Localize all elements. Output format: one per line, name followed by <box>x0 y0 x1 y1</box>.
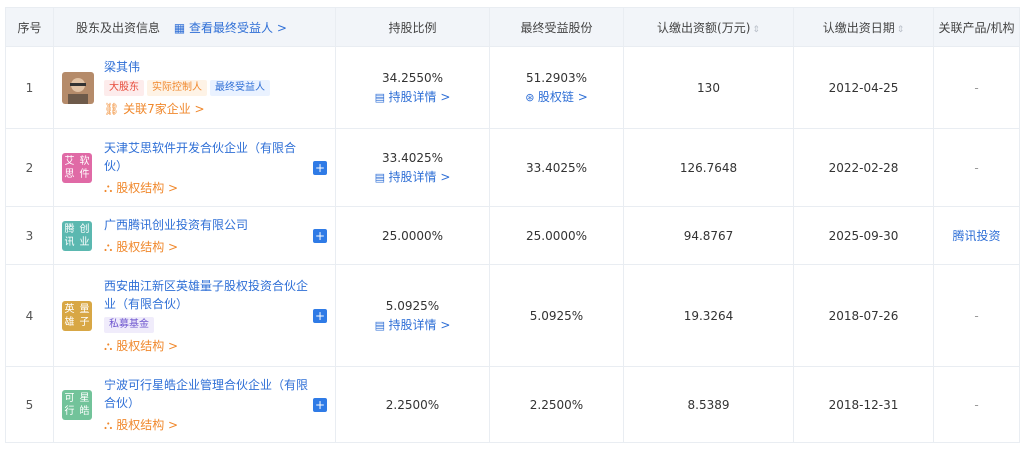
holding-detail-link[interactable]: ▤ 持股详情 > <box>336 88 489 105</box>
date-cell: 2025-09-30 <box>793 206 934 265</box>
shareholder-cell: 英雄 量子 西安曲江新区英雄量子股权投资合伙企业（有限合伙） 私募基金 ⛬ 股权结… <box>53 264 336 367</box>
shareholder-name[interactable]: 梁其伟 <box>104 58 327 76</box>
tag-private-fund: 私募基金 <box>104 317 154 333</box>
holding-detail-link[interactable]: ▤ 持股详情 > <box>336 316 489 333</box>
col-date[interactable]: 认缴出资日期 ⇕ <box>793 7 934 47</box>
document-icon: ▤ <box>374 318 389 332</box>
shareholder-name[interactable]: 天津艾思软件开发合伙企业（有限合伙） <box>104 139 309 175</box>
ratio-cell: 5.0925% ▤ 持股详情 > <box>335 264 490 367</box>
final-share-cell: 5.0925% <box>489 264 624 367</box>
table-header-row: 序号 股东及出资信息 ▦ 查看最终受益人 > 持股比例 最终受益股份 认缴出资额… <box>5 7 1020 47</box>
chain-icon: ⊛ <box>525 90 538 104</box>
shareholder-cell: 梁其伟 大股东 实际控制人 最终受益人 ⛓ 关联7家企业 > <box>53 46 336 129</box>
related-companies-link[interactable]: ⛓ 关联7家企业 > <box>104 100 327 117</box>
related-cell: - <box>933 366 1020 443</box>
amount-cell: 130 <box>623 46 794 129</box>
col-shareholder: 股东及出资信息 ▦ 查看最终受益人 > <box>53 7 336 47</box>
document-icon: ▤ <box>374 90 389 104</box>
ratio-cell: 2.2500% <box>335 366 490 443</box>
related-cell: - <box>933 128 1020 207</box>
sort-icon[interactable]: ⇕ <box>897 25 905 35</box>
company-logo: 腾讯 创业 <box>62 220 92 251</box>
row-index: 4 <box>5 264 54 367</box>
amount-cell: 19.3264 <box>623 264 794 367</box>
shareholder-name[interactable]: 宁波可行星皓企业管理合伙企业（有限合伙） <box>104 376 309 412</box>
expand-plus-icon[interactable]: + <box>313 228 327 243</box>
company-logo: 艾思 软件 <box>62 152 92 183</box>
table-row: 3 腾讯 创业 广西腾讯创业投资有限公司 ⛬ 股权结构 > + 25.0000% … <box>5 206 1020 265</box>
document-icon: ▤ <box>374 170 389 184</box>
shareholder-cell: 可行 星皓 宁波可行星皓企业管理合伙企业（有限合伙） ⛬ 股权结构 > + <box>53 366 336 443</box>
related-cell: - <box>933 264 1020 367</box>
shareholder-table: 序号 股东及出资信息 ▦ 查看最终受益人 > 持股比例 最终受益股份 认缴出资额… <box>5 7 1020 443</box>
sort-icon[interactable]: ⇕ <box>752 25 760 35</box>
equity-structure-link[interactable]: ⛬ 股权结构 > <box>104 238 309 255</box>
shareholder-cell: 艾思 软件 天津艾思软件开发合伙企业（有限合伙） ⛬ 股权结构 > + <box>53 128 336 207</box>
col-index: 序号 <box>5 7 54 47</box>
expand-plus-icon[interactable]: + <box>313 308 327 323</box>
shareholder-name[interactable]: 广西腾讯创业投资有限公司 <box>104 216 309 234</box>
structure-icon: ⛬ <box>104 240 117 254</box>
row-index: 3 <box>5 206 54 265</box>
equity-structure-link[interactable]: ⛬ 股权结构 > <box>104 337 309 354</box>
chart-icon: ▦ <box>173 20 189 35</box>
final-share-cell: 51.2903% ⊛ 股权链 > <box>489 46 624 129</box>
row-index: 5 <box>5 366 54 443</box>
structure-icon: ⛬ <box>104 339 117 353</box>
row-index: 2 <box>5 128 54 207</box>
ratio-cell: 25.0000% <box>335 206 490 265</box>
final-share-cell: 33.4025% <box>489 128 624 207</box>
date-cell: 2012-04-25 <box>793 46 934 129</box>
tag-major: 大股东 <box>104 80 144 96</box>
company-logo: 英雄 量子 <box>62 300 92 331</box>
related-cell: - <box>933 46 1020 129</box>
equity-structure-link[interactable]: ⛬ 股权结构 > <box>104 416 309 433</box>
related-product-link[interactable]: 腾讯投资 <box>933 206 1020 265</box>
table-row: 2 艾思 软件 天津艾思软件开发合伙企业（有限合伙） ⛬ 股权结构 > + 33.… <box>5 128 1020 207</box>
expand-plus-icon[interactable]: + <box>313 397 327 412</box>
link-icon: ⛓ <box>104 102 124 116</box>
col-final-share: 最终受益股份 <box>489 7 624 47</box>
structure-icon: ⛬ <box>104 418 117 432</box>
avatar[interactable] <box>62 71 94 104</box>
amount-cell: 8.5389 <box>623 366 794 443</box>
equity-structure-link[interactable]: ⛬ 股权结构 > <box>104 179 309 196</box>
final-share-cell: 25.0000% <box>489 206 624 265</box>
ratio-cell: 34.2550% ▤ 持股详情 > <box>335 46 490 129</box>
expand-plus-icon[interactable]: + <box>313 160 327 175</box>
row-index: 1 <box>5 46 54 129</box>
col-related: 关联产品/机构 <box>933 7 1020 47</box>
tag-beneficiary: 最终受益人 <box>210 80 270 96</box>
view-beneficiary-link[interactable]: ▦ 查看最终受益人 > <box>174 21 287 35</box>
holding-detail-link[interactable]: ▤ 持股详情 > <box>336 168 489 185</box>
table-row: 1 梁其伟 大股东 实际控制人 最终受益人 ⛓ 关联7家企业 > 34.2550… <box>5 46 1020 129</box>
structure-icon: ⛬ <box>104 181 117 195</box>
date-cell: 2022-02-28 <box>793 128 934 207</box>
shareholder-name[interactable]: 西安曲江新区英雄量子股权投资合伙企业（有限合伙） <box>104 277 309 313</box>
date-cell: 2018-07-26 <box>793 264 934 367</box>
amount-cell: 126.7648 <box>623 128 794 207</box>
tag-controller: 实际控制人 <box>147 80 207 96</box>
equity-chain-link[interactable]: ⊛ 股权链 > <box>490 88 623 105</box>
amount-cell: 94.8767 <box>623 206 794 265</box>
final-share-cell: 2.2500% <box>489 366 624 443</box>
col-amount[interactable]: 认缴出资额(万元) ⇕ <box>623 7 794 47</box>
col-ratio: 持股比例 <box>335 7 490 47</box>
company-logo: 可行 星皓 <box>62 389 92 420</box>
table-row: 5 可行 星皓 宁波可行星皓企业管理合伙企业（有限合伙） ⛬ 股权结构 > + 2… <box>5 366 1020 443</box>
table-row: 4 英雄 量子 西安曲江新区英雄量子股权投资合伙企业（有限合伙） 私募基金 ⛬ 股… <box>5 264 1020 367</box>
date-cell: 2018-12-31 <box>793 366 934 443</box>
ratio-cell: 33.4025% ▤ 持股详情 > <box>335 128 490 207</box>
shareholder-cell: 腾讯 创业 广西腾讯创业投资有限公司 ⛬ 股权结构 > + <box>53 206 336 265</box>
